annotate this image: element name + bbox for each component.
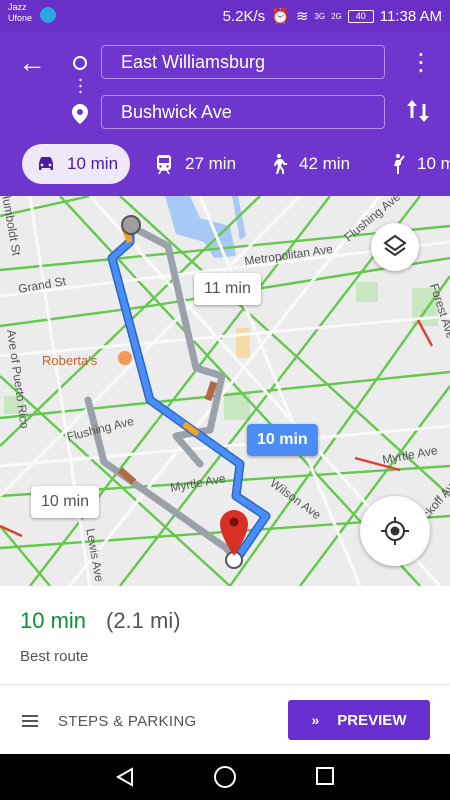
layers-icon bbox=[383, 234, 407, 257]
double-chevron-icon: » bbox=[311, 712, 320, 728]
origin-dot-icon bbox=[73, 56, 87, 70]
canal-branch bbox=[232, 196, 246, 240]
best-route-time[interactable]: 10 min bbox=[247, 424, 318, 456]
alt-route-time-1[interactable]: 11 min bbox=[194, 273, 261, 305]
carrier-1: Jazz bbox=[8, 2, 27, 12]
layers-button[interactable] bbox=[371, 223, 419, 271]
net-speed: 5.2K/s bbox=[222, 7, 266, 25]
preview-button[interactable]: » PREVIEW bbox=[288, 700, 430, 740]
messenger-icon bbox=[40, 7, 56, 23]
carrier-2: Ufone bbox=[8, 13, 33, 23]
divider bbox=[0, 684, 450, 685]
signal-2: 2G bbox=[331, 11, 342, 21]
map-view[interactable]: Metropolitan Ave Grand St Flushing Ave F… bbox=[0, 196, 450, 586]
park bbox=[356, 282, 378, 302]
rideshare-icon bbox=[394, 154, 405, 174]
route-summary-sheet[interactable]: 10 min (2.1 mi) Best route STEPS & PARKI… bbox=[0, 586, 450, 754]
destination-pin-icon bbox=[72, 104, 88, 124]
system-nav-bar bbox=[0, 754, 450, 800]
nav-back-icon[interactable] bbox=[114, 766, 136, 788]
directions-header: ← East Williamsburg Bushwick Ave ⋮ 10 mi… bbox=[0, 32, 450, 196]
more-menu-icon[interactable]: ⋮ bbox=[409, 50, 433, 76]
route-distance: (2.1 mi) bbox=[106, 608, 181, 633]
place-label-robertas[interactable]: Roberta's bbox=[42, 353, 97, 368]
steps-label: STEPS & PARKING bbox=[58, 712, 197, 730]
car-icon bbox=[39, 157, 53, 170]
route-eta: 10 min bbox=[20, 608, 87, 633]
steps-parking-button[interactable]: STEPS & PARKING bbox=[22, 701, 196, 741]
origin-marker[interactable] bbox=[121, 215, 141, 235]
travel-mode-tabs: 10 min 27 min 42 min 10 m bbox=[0, 144, 450, 184]
origin-field[interactable]: East Williamsburg bbox=[101, 45, 385, 79]
swap-icon[interactable] bbox=[404, 96, 432, 126]
list-icon bbox=[22, 715, 38, 727]
carrier-labels: Jazz Ufone bbox=[8, 2, 32, 24]
alt-traffic-slow bbox=[117, 467, 137, 485]
status-bar: Jazz Ufone 5.2K/s ⏰ ≋ 3G 2G 40 11:38 AM bbox=[0, 0, 450, 32]
walk-icon bbox=[274, 154, 287, 174]
status-right: 5.2K/s ⏰ ≋ 3G 2G 40 11:38 AM bbox=[223, 6, 442, 26]
destination-field[interactable]: Bushwick Ave bbox=[101, 95, 385, 129]
tab-walking[interactable]: 42 min bbox=[266, 144, 350, 184]
tab-transit-label: 27 min bbox=[185, 154, 237, 173]
clock: 11:38 AM bbox=[379, 7, 442, 25]
wifi-icon: ≋ bbox=[295, 8, 309, 25]
battery-icon: 40 bbox=[347, 9, 374, 23]
my-location-button[interactable] bbox=[360, 496, 430, 566]
tab-driving[interactable]: 10 min bbox=[22, 144, 130, 184]
crosshair-icon bbox=[381, 517, 409, 545]
alarm-icon: ⏰ bbox=[271, 8, 290, 25]
tab-driving-label: 10 min bbox=[67, 154, 119, 173]
tab-rideshare[interactable]: 10 m bbox=[384, 144, 450, 184]
nav-recents-icon[interactable] bbox=[316, 767, 334, 785]
tab-walking-label: 42 min bbox=[299, 154, 351, 173]
maps-directions-screen: Jazz Ufone 5.2K/s ⏰ ≋ 3G 2G 40 11:38 AM … bbox=[0, 0, 450, 800]
route-note: Best route bbox=[20, 648, 89, 665]
tab-rideshare-label: 10 m bbox=[417, 154, 450, 173]
preview-label: PREVIEW bbox=[337, 711, 407, 729]
tab-transit[interactable]: 27 min bbox=[152, 144, 236, 184]
alt-route-time-2[interactable]: 10 min bbox=[31, 486, 100, 518]
back-arrow-icon[interactable]: ← bbox=[18, 48, 48, 78]
nav-home-icon[interactable] bbox=[214, 766, 236, 788]
restaurant-icon[interactable] bbox=[118, 351, 132, 365]
signal-1: 3G bbox=[314, 11, 326, 21]
route-dots-icon bbox=[79, 77, 82, 95]
train-icon bbox=[157, 155, 171, 175]
